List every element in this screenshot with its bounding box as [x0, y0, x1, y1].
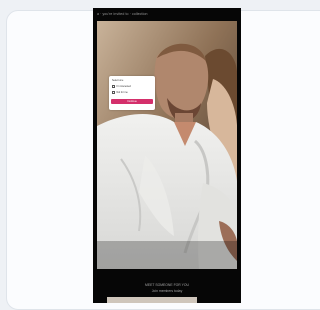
checkbox-icon[interactable] — [112, 84, 115, 88]
option-label: I'm interested — [116, 84, 131, 88]
checkbox-icon[interactable] — [112, 90, 115, 94]
popup-title: Select one — [112, 79, 124, 82]
next-preview-thumbnail[interactable] — [107, 297, 197, 303]
man-portrait-image — [97, 21, 237, 269]
continue-button[interactable]: Continue — [111, 99, 153, 104]
ad-preview[interactable]: a · you're invited to · collection Selec… — [93, 8, 241, 303]
consent-popup: Select one I'm interested Not for me Con… — [109, 76, 155, 110]
ad-caption: MEET SOMEONE FOR YOU Join members today — [93, 282, 241, 294]
ad-header-text: a · you're invited to · collection — [97, 12, 148, 16]
option-label: Not for me — [116, 90, 128, 94]
caption-line-2: Join members today — [151, 289, 183, 293]
option-interested[interactable]: I'm interested — [112, 84, 131, 88]
hero-photo: Select one I'm interested Not for me Con… — [97, 21, 237, 269]
option-not-for-me[interactable]: Not for me — [112, 90, 128, 94]
